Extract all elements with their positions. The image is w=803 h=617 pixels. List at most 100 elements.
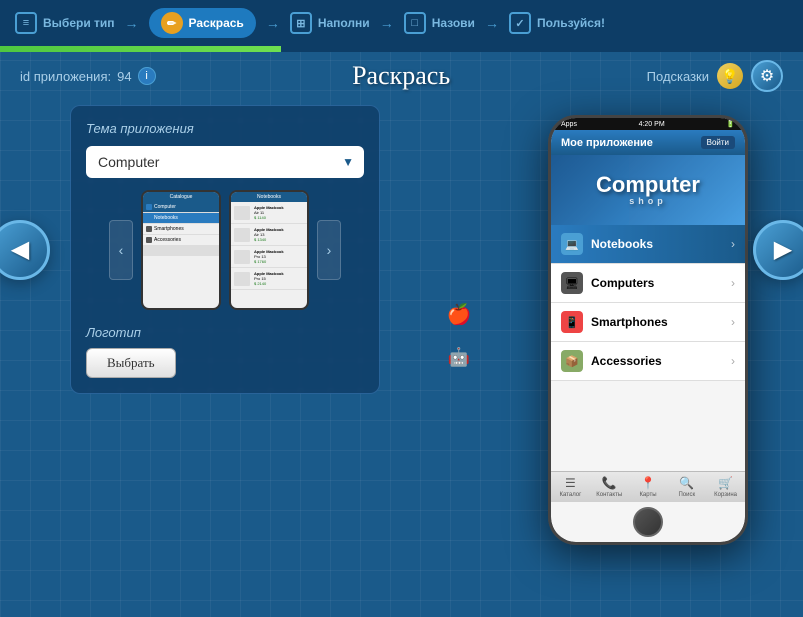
mini-phone-1-screen: Catalogue Computer Notebooks Smartphones (143, 192, 219, 308)
logo-label: Логотип (86, 325, 364, 340)
theme-label: Тема приложения (86, 121, 364, 136)
step-name-icon: □ (404, 12, 426, 34)
phone-hero-image: Computer shop (551, 155, 745, 225)
search-tab-label: Поиск (678, 492, 695, 498)
tab-cart[interactable]: 🛒 Корзина (706, 476, 745, 498)
theme-select[interactable]: Computer Food Fashion Sport Beauty (86, 146, 364, 178)
phone-login-button[interactable]: Войти (701, 136, 735, 149)
android-icon: 🤖 (445, 343, 473, 371)
mini-item-macbook2: Apple MacbookAir 13$ 1340 (231, 224, 307, 246)
search-tab-icon: 🔍 (679, 476, 694, 490)
menu-item-accessories[interactable]: 📦 Accessories › (551, 342, 745, 381)
step-fill[interactable]: ⊞ Наполни (290, 12, 370, 34)
choose-logo-button[interactable]: Выбрать (86, 348, 176, 378)
chevron-icon-accessories: › (731, 354, 735, 368)
mini-item-smartphones: Smartphones (143, 224, 219, 235)
step-choose[interactable]: ≡ Выбери тип (15, 12, 115, 34)
step-paint-icon: ✏ (161, 12, 183, 34)
mini-item-computer: Computer (143, 202, 219, 213)
smartphone-icon: 📱 (561, 311, 583, 333)
mini-item-notebooks: Notebooks (143, 213, 219, 224)
mini-phone-2: Notebooks Apple MacbookAir 11$ 1140 Appl… (229, 190, 309, 310)
top-progress-bar: ≡ Выбери тип → ✏ Раскрась → ⊞ Наполни → … (0, 0, 803, 46)
cart-tab-icon: 🛒 (718, 476, 733, 490)
left-nav-arrow[interactable]: ◀ (0, 220, 50, 280)
theme-select-wrapper[interactable]: Computer Food Fashion Sport Beauty (86, 146, 364, 178)
mini-phone-2-screen: Notebooks Apple MacbookAir 11$ 1140 Appl… (231, 192, 307, 308)
apple-icon: 🍎 (445, 300, 473, 328)
tab-search[interactable]: 🔍 Поиск (667, 476, 706, 498)
tab-contacts[interactable]: 📞 Контакты (590, 476, 629, 498)
menu-item-smartphones[interactable]: 📱 Smartphones › (551, 303, 745, 342)
menu-item-notebooks[interactable]: 💻 Notebooks › (551, 225, 745, 264)
os-icons: 🍎 🤖 (445, 300, 473, 371)
mini-item-accessories: Accessories (143, 235, 219, 246)
mini-dot (146, 215, 152, 221)
info-button[interactable]: i (138, 67, 156, 85)
big-phone: Apps 4:20 PM 🔋 Мое приложение Войти Comp… (548, 115, 748, 545)
step-paint[interactable]: ✏ Раскрась (149, 8, 256, 38)
mini-dot (146, 204, 152, 210)
phone-bottom-tabs: ☰ Каталог 📞 Контакты 📍 Карты 🔍 Поиск 🛒 (551, 471, 745, 502)
catalogue-tab-icon: ☰ (565, 476, 576, 490)
step-choose-label: Выбери тип (43, 16, 115, 30)
menu-label-notebooks: Notebooks (591, 237, 731, 251)
step-name[interactable]: □ Назови (404, 12, 475, 34)
step-name-label: Назови (432, 16, 475, 30)
mini-item-macbook4: Apple MacbookPro 15$ 2140 (231, 268, 307, 290)
hint-light-icon[interactable]: 💡 (717, 63, 743, 89)
mini-right-arrow[interactable]: › (317, 220, 341, 280)
arrow-sep-1: → (125, 15, 139, 31)
phone-hero-subtitle: shop (596, 197, 700, 207)
page-title: Раскрась (352, 61, 450, 91)
contacts-tab-icon: 📞 (602, 476, 617, 490)
mini-item-macbook1: Apple MacbookAir 11$ 1140 (231, 202, 307, 224)
logo-section: Логотип Выбрать (86, 325, 364, 378)
maps-tab-icon: 📍 (641, 476, 656, 490)
phone-app-header: Мое приложение Войти (551, 130, 745, 155)
mini-phone-1-header: Catalogue (143, 192, 219, 202)
hints-section: Подсказки 💡 ⚙ (647, 60, 783, 92)
tab-maps[interactable]: 📍 Карты (629, 476, 668, 498)
arrow-sep-3: → (380, 15, 394, 31)
chevron-icon-notebooks: › (731, 237, 735, 251)
left-nav-wrapper: ◀ Выбери тип (0, 236, 40, 264)
app-id-label: id приложения: (20, 69, 111, 84)
phone-app-name: Мое приложение (561, 137, 653, 149)
big-phone-inner: Apps 4:20 PM 🔋 Мое приложение Войти Comp… (551, 118, 745, 542)
phone-time: 4:20 PM (639, 121, 665, 128)
accessory-icon: 📦 (561, 350, 583, 372)
main-content: ◀ Выбери тип Тема приложения Computer Fo… (0, 105, 803, 394)
phone-hero-title: Computer (596, 173, 700, 197)
mini-item-macbook3: Apple MacbookPro 13$ 1760 (231, 246, 307, 268)
left-panel: Тема приложения Computer Food Fashion Sp… (70, 105, 380, 394)
catalogue-tab-label: Каталог (559, 492, 581, 498)
phone-home-button[interactable] (633, 507, 663, 537)
settings-button[interactable]: ⚙ (751, 60, 783, 92)
phone-battery: 🔋 (726, 120, 735, 128)
hints-label: Подсказки (647, 69, 709, 84)
menu-label-smartphones: Smartphones (591, 315, 731, 329)
cart-tab-label: Корзина (714, 492, 737, 498)
menu-item-computers[interactable]: 🖥 Computers › (551, 264, 745, 303)
phone-carrier: Apps (561, 121, 577, 128)
mini-phone-2-header: Notebooks (231, 192, 307, 202)
step-fill-icon: ⊞ (290, 12, 312, 34)
mini-left-arrow[interactable]: ‹ (109, 220, 133, 280)
arrow-sep-2: → (266, 15, 280, 31)
menu-label-accessories: Accessories (591, 354, 731, 368)
step-use[interactable]: ✓ Пользуйся! (509, 12, 605, 34)
phone-status-bar: Apps 4:20 PM 🔋 (551, 118, 745, 130)
right-nav-arrow[interactable]: ▶ (753, 220, 803, 280)
title-row: id приложения: 94 i Раскрась Подсказки 💡… (0, 52, 803, 100)
info-icon: i (145, 70, 147, 82)
mini-preview: ‹ Catalogue Computer Notebooks Smart (86, 190, 364, 310)
arrow-sep-4: → (485, 15, 499, 31)
contacts-tab-label: Контакты (596, 492, 622, 498)
notebook-icon: 💻 (561, 233, 583, 255)
step-use-icon: ✓ (509, 12, 531, 34)
app-id-value: 94 (117, 69, 131, 84)
phone-hero-text: Computer shop (596, 173, 700, 207)
app-id-section: id приложения: 94 i (20, 67, 156, 85)
tab-catalogue[interactable]: ☰ Каталог (551, 476, 590, 498)
